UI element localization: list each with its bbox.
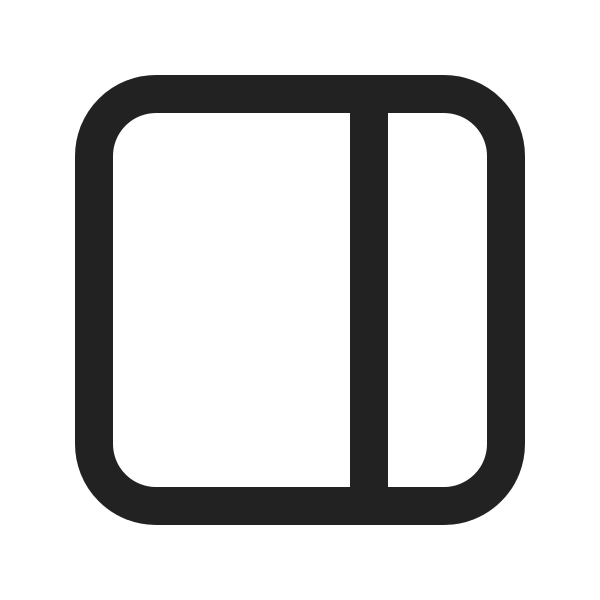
icon-canvas [0, 0, 600, 600]
panel-frame [75, 75, 525, 525]
sidebar-right-panel-icon [75, 75, 525, 525]
